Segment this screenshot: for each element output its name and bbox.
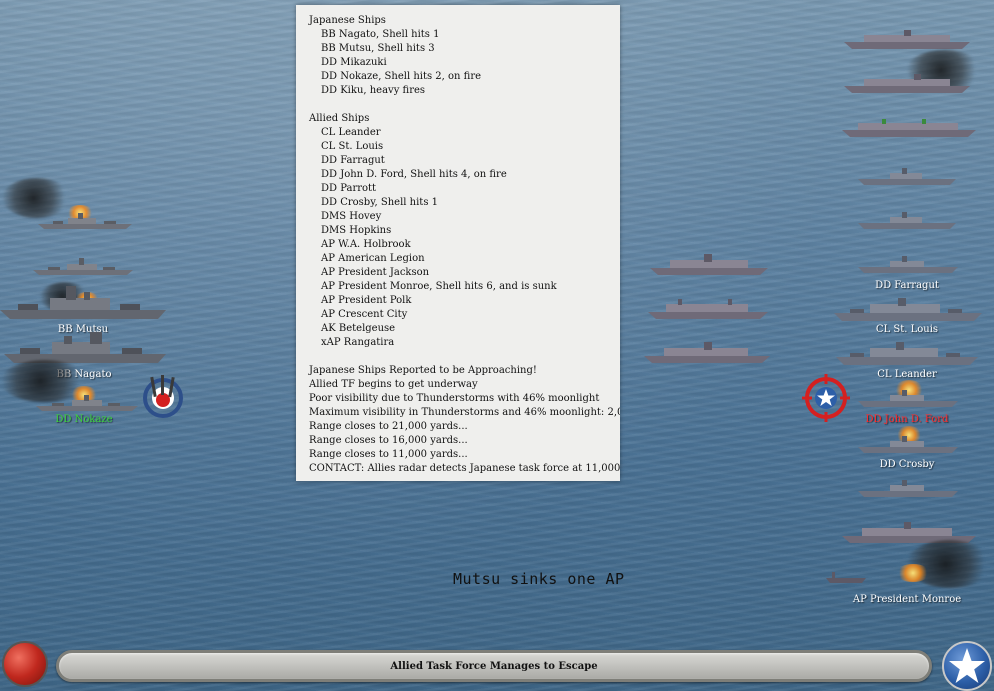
japanese-ship-dd-kiku[interactable]: [38, 212, 132, 230]
log-event: Range closes to 21,000 yards...: [309, 421, 468, 432]
log-allied-ship: AP President Monroe, Shell hits 6, and i…: [321, 281, 557, 292]
log-allied-ship: CL Leander: [321, 127, 381, 138]
log-event: CONTACT: Allies radar detects Japanese t…: [309, 463, 620, 474]
log-allied-ship: AP Crescent City: [321, 309, 408, 320]
log-allied-ship: AP W.A. Holbrook: [321, 239, 411, 250]
allied-ship-dms-hovey[interactable]: [858, 168, 956, 186]
log-japanese-ship: BB Nagato, Shell hits 1: [321, 29, 440, 40]
allied-ship-dd-john-d-ford[interactable]: [858, 390, 958, 408]
allied-ship-dd-parrott[interactable]: [858, 480, 958, 498]
log-event: Japanese Ships Reported to be Approachin…: [309, 365, 537, 376]
combat-report-text: Japanese Ships BB Nagato, Shell hits 1 B…: [296, 5, 620, 476]
log-event: Range closes to 11,000 yards...: [309, 449, 468, 460]
allied-ship-dd-crosby[interactable]: [858, 436, 958, 454]
crosshair-star-icon[interactable]: [802, 374, 850, 422]
log-heading-japanese: Japanese Ships: [309, 15, 386, 26]
allied-ship[interactable]: [844, 30, 970, 50]
status-bar[interactable]: Allied Task Force Manages to Escape: [56, 650, 932, 682]
log-allied-ship: AP American Legion: [321, 253, 425, 264]
red-round-button[interactable]: [2, 641, 48, 687]
log-allied-ship: CL St. Louis: [321, 141, 384, 152]
allied-ship-cl-leander[interactable]: [836, 342, 978, 366]
gun-turret-icon[interactable]: [140, 375, 186, 421]
log-japanese-ship: BB Mutsu, Shell hits 3: [321, 43, 435, 54]
allied-ship[interactable]: [842, 118, 976, 138]
log-allied-ship: DD Farragut: [321, 155, 385, 166]
ship-label-dd-crosby: DD Crosby: [879, 459, 935, 470]
status-bar-text: Allied Task Force Manages to Escape: [390, 661, 598, 672]
allied-ship-cl-st-louis[interactable]: [834, 298, 982, 322]
japanese-ship-dd-mikazuki[interactable]: [33, 258, 133, 276]
allied-ship-dms-hopkins[interactable]: [858, 212, 956, 230]
log-allied-ship: DD John D. Ford, Shell hits 4, on fire: [321, 169, 507, 180]
ship-label-dd-nokaze: DD Nokaze: [55, 414, 113, 425]
log-allied-ship: DD Crosby, Shell hits 1: [321, 197, 438, 208]
log-japanese-ship: DD Kiku, heavy fires: [321, 85, 426, 96]
log-heading-allied: Allied Ships: [309, 113, 370, 124]
log-allied-ship: AK Betelgeuse: [321, 323, 396, 334]
japanese-ship-dd-nokaze[interactable]: [36, 394, 138, 412]
allied-ship[interactable]: [844, 74, 970, 94]
combat-announcement: Mutsu sinks one AP: [453, 570, 625, 588]
log-allied-ship: xAP Rangatira: [321, 337, 395, 348]
log-japanese-ship: DD Nokaze, Shell hits 2, on fire: [321, 71, 482, 82]
japanese-ship-bb-mutsu[interactable]: [0, 286, 166, 320]
log-event: Range closes to 16,000 yards...: [309, 435, 468, 446]
star-icon[interactable]: [942, 641, 992, 691]
combat-report-panel[interactable]: Japanese Ships BB Nagato, Shell hits 1 B…: [296, 5, 620, 481]
japanese-ship-bb-nagato[interactable]: [4, 332, 166, 364]
log-allied-ship: DD Parrott: [321, 183, 377, 194]
log-event: Allied TF begins to get underway: [309, 379, 478, 390]
ship-label-cl-leander: CL Leander: [877, 369, 937, 380]
log-allied-ship: AP President Polk: [321, 295, 412, 306]
ship-label-cl-st-louis: CL St. Louis: [875, 324, 939, 335]
allied-ship-dd-farragut[interactable]: [858, 256, 958, 274]
ship-label-dd-farragut: DD Farragut: [875, 280, 939, 291]
fire-flash: [896, 564, 930, 582]
log-japanese-ship: DD Mikazuki: [321, 57, 387, 68]
allied-ship[interactable]: [648, 298, 768, 320]
ship-label-dd-john-d-ford: DD John D. Ford: [865, 414, 949, 425]
allied-ship[interactable]: [644, 342, 770, 364]
log-allied-ship: AP President Jackson: [321, 267, 430, 278]
allied-ship-ap-president-monroe-sinking[interactable]: [826, 570, 866, 584]
allied-ship[interactable]: [650, 254, 768, 276]
ship-label-ap-president-monroe: AP President Monroe: [852, 594, 962, 605]
log-event: Poor visibility due to Thunderstorms wit…: [309, 393, 600, 404]
log-event: Maximum visibility in Thunderstorms and …: [309, 407, 620, 418]
log-allied-ship: DMS Hovey: [321, 211, 382, 222]
log-allied-ship: DMS Hopkins: [321, 225, 392, 236]
